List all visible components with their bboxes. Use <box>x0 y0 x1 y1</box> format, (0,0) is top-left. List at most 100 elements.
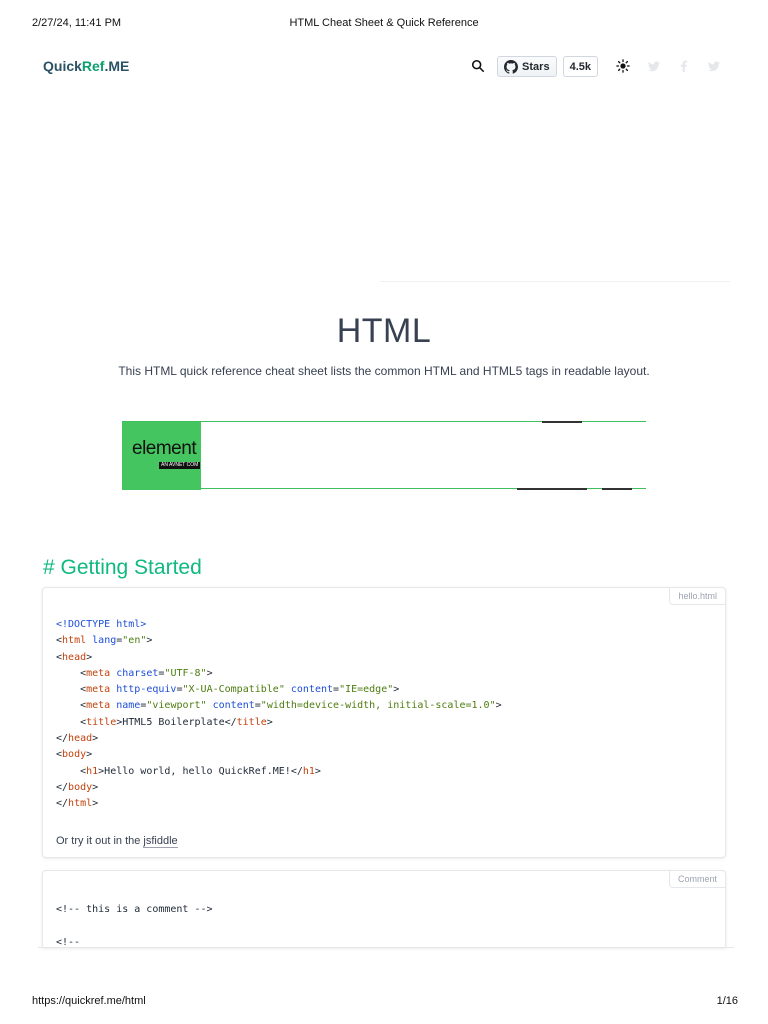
code-line: <meta charset="UTF-8"> <box>56 666 502 682</box>
code-token: charset <box>116 667 159 679</box>
code-token: > <box>92 733 99 745</box>
code-token: head <box>68 733 93 745</box>
ad-banner[interactable]: element AN AVNET COM <box>122 421 646 490</box>
ad-logo-block: element AN AVNET COM <box>122 422 201 490</box>
code-line: <!DOCTYPE html> <box>56 617 502 633</box>
code-line: <html lang="en"> <box>56 633 502 649</box>
code-token: < <box>56 765 87 777</box>
code-token: >HTML5 Boilerplate</ <box>116 716 237 728</box>
code-token: > <box>314 765 321 777</box>
page-description: This HTML quick reference cheat sheet li… <box>118 364 650 378</box>
card-note-text: Or try it out in the <box>56 835 144 847</box>
theme-toggle-icon[interactable] <box>616 58 632 75</box>
code-line: <h1>Hello world, hello QuickRef.ME!</h1> <box>56 764 502 780</box>
twitter-icon[interactable] <box>708 60 722 74</box>
code-token: h1 <box>302 765 315 777</box>
code-card-hello-html: hello.html <!DOCTYPE html> <html lang="en… <box>42 587 726 858</box>
code-token: > <box>86 651 93 663</box>
code-token: content <box>290 684 334 696</box>
code-token: < <box>56 700 87 712</box>
code-token: "X-UA-Compatible" <box>182 684 285 696</box>
github-stars-button[interactable]: Stars <box>497 56 557 77</box>
code-line: <body> <box>56 747 502 763</box>
code-token: < <box>56 667 87 679</box>
code-token: < <box>56 684 87 696</box>
code-line: <!-- <box>56 935 213 948</box>
code-line: <title>HTML5 Boilerplate</title> <box>56 715 502 731</box>
ad-brand-text: element <box>132 438 197 459</box>
facebook-icon[interactable] <box>678 60 692 74</box>
code-block: <!DOCTYPE html> <html lang="en"> <head> <m… <box>56 617 502 813</box>
code-token: </ <box>56 798 69 810</box>
print-footer: https://quickref.me/html 1/16 <box>0 995 768 1011</box>
code-token: < <box>56 716 87 728</box>
code-token: <!-- <box>56 936 81 948</box>
code-line: <!-- this is a comment --> <box>56 902 213 918</box>
code-token: > <box>92 798 99 810</box>
code-token: title <box>86 716 117 728</box>
code-token: "UTF-8" <box>164 667 207 679</box>
card-filename-label: Comment <box>668 871 725 888</box>
jsfiddle-link[interactable]: jsfiddle <box>143 835 178 848</box>
code-token: > <box>393 684 400 696</box>
page-bottom-rule <box>38 947 734 948</box>
code-token: "IE=edge" <box>339 684 394 696</box>
code-token: http-equiv <box>116 684 177 696</box>
github-stars-label: Stars <box>522 60 550 73</box>
section-heading-getting-started[interactable]: # Getting Started <box>43 556 202 580</box>
code-token: html <box>62 635 87 647</box>
card-note: Or try it out in the jsfiddle <box>56 835 178 848</box>
print-url: https://quickref.me/html <box>32 995 146 1007</box>
code-token: lang <box>92 635 117 647</box>
code-token: <!-- this is a comment --> <box>56 904 213 915</box>
github-icon <box>504 59 519 74</box>
code-token: > <box>206 667 213 679</box>
code-line: </body> <box>56 780 502 796</box>
github-stars-count[interactable]: 4.5k <box>562 56 598 77</box>
code-token: "width=device-width, initial-scale=1.0" <box>260 700 496 712</box>
code-token: html <box>68 798 93 810</box>
code-token: "viewport" <box>146 700 207 712</box>
code-token: meta <box>86 684 111 696</box>
code-line: <head> <box>56 650 502 666</box>
code-token: content <box>212 700 255 712</box>
code-token: body <box>68 781 93 793</box>
code-token: </ <box>56 781 69 793</box>
top-nav: QuickRef.ME Stars 4.5k <box>0 52 768 82</box>
code-token: head <box>62 651 87 663</box>
code-token: meta <box>86 700 111 712</box>
print-page-number: 1/16 <box>716 995 738 1007</box>
code-token: title <box>236 716 267 728</box>
logo-accent: Ref <box>81 58 105 74</box>
code-token: > <box>92 781 99 793</box>
code-token: h1 <box>86 765 99 777</box>
code-line: <meta name="viewport" content="width=dev… <box>56 698 502 714</box>
code-token: name <box>116 700 141 712</box>
card-filename-label: hello.html <box>669 588 725 605</box>
code-token: body <box>62 749 87 761</box>
twitter-icon[interactable] <box>648 60 662 74</box>
code-token: "en" <box>122 635 147 647</box>
nav-actions: Stars 4.5k <box>471 56 722 77</box>
code-token: > <box>86 749 93 761</box>
code-token: <!DOCTYPE html> <box>56 619 147 630</box>
code-token: > <box>146 635 153 647</box>
code-line: <meta http-equiv="X-UA-Compatible" conte… <box>56 682 502 698</box>
print-doc-title: HTML Cheat Sheet & Quick Reference <box>289 17 479 29</box>
code-token: >Hello world, hello QuickRef.ME!</ <box>98 765 303 777</box>
ad-decoration <box>517 488 587 490</box>
ad-decoration <box>542 421 582 423</box>
header-divider <box>380 281 730 282</box>
print-header: 2/27/24, 11:41 PM HTML Cheat Sheet & Qui… <box>0 17 768 33</box>
logo-suffix: .ME <box>104 58 130 74</box>
code-card-comment: Comment <!-- this is a comment --> <!-- <box>42 870 726 948</box>
code-token: meta <box>86 667 111 679</box>
search-icon[interactable] <box>471 59 487 75</box>
logo-prefix: Quick <box>43 58 82 74</box>
code-token: </ <box>56 733 69 745</box>
code-line: </head> <box>56 731 502 747</box>
code-token: > <box>266 716 273 728</box>
ad-tagline: AN AVNET COM <box>159 462 201 469</box>
site-logo[interactable]: QuickRef.ME <box>43 58 129 74</box>
